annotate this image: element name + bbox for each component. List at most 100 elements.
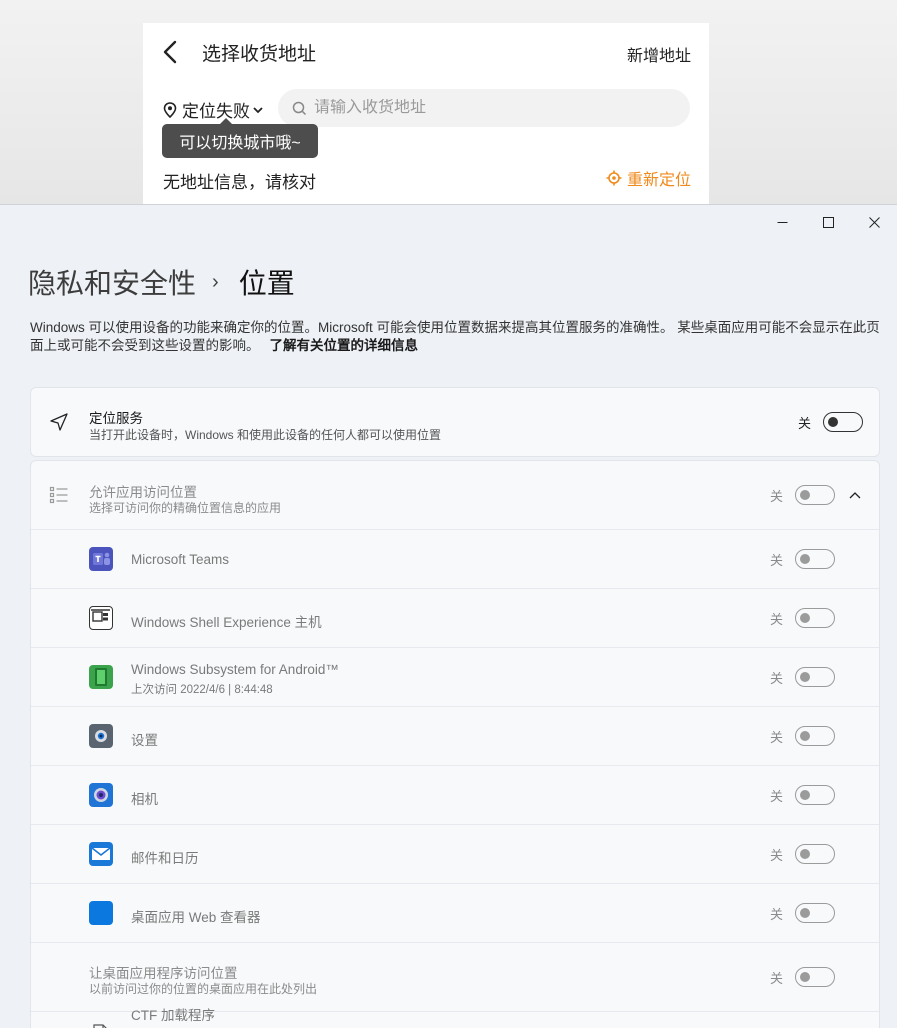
toggle-switch[interactable] [795, 608, 835, 628]
breadcrumb-privacy-security[interactable]: 隐私和安全性 [28, 262, 196, 302]
address-picker-panel: 选择收货地址 新增地址 定位失败 可以切换城市哦~ 无地址信息，请核对 重新定位 [143, 23, 709, 205]
app-name: Windows Shell Experience 主机 [131, 615, 322, 630]
app-last-access: 上次访问 2022/4/6 | 8:44:48 [131, 684, 273, 696]
close-button[interactable] [851, 205, 897, 239]
new-address-button[interactable]: 新增地址 [627, 42, 691, 66]
app-access-toggle[interactable]: 关 [770, 485, 835, 505]
no-address-message: 无地址信息，请核对 [163, 173, 316, 192]
desktop-app-row-ctf: CTF 加载程序 [31, 1008, 879, 1028]
back-arrow-icon [163, 40, 177, 64]
toggle-switch[interactable] [795, 903, 835, 923]
app-state: 关 [769, 788, 783, 804]
address-search-input[interactable] [314, 99, 674, 117]
app-row-web-viewer: 桌面应用 Web 查看器 关 [31, 884, 879, 943]
desktop-app-name: CTF 加载程序 [131, 1008, 215, 1023]
app-toggle[interactable]: 关 [770, 844, 835, 864]
city-selector[interactable]: 定位失败 [163, 97, 268, 122]
app-row-mail-calendar: 邮件和日历 关 [31, 825, 879, 884]
location-service-toggle[interactable]: 关 [798, 412, 863, 432]
location-service-state: 关 [797, 415, 811, 431]
location-service-card: 定位服务 当打开此设备时，Windows 和使用此设备的任何人都可以使用位置 关 [30, 387, 880, 457]
android-subsystem-icon [89, 665, 113, 689]
app-toggle[interactable]: 关 [770, 785, 835, 805]
page-title: 选择收货地址 [202, 44, 317, 65]
relocate-label: 重新定位 [626, 172, 691, 189]
file-icon [92, 1024, 110, 1028]
toggle-switch[interactable] [795, 844, 835, 864]
back-button[interactable] [159, 37, 181, 67]
location-service-row: 定位服务 当打开此设备时，Windows 和使用此设备的任何人都可以使用位置 关 [31, 388, 879, 456]
app-state: 关 [769, 552, 783, 568]
app-row-settings: 设置 关 [31, 707, 879, 766]
app-toggle[interactable]: 关 [770, 726, 835, 746]
app-name: Windows Subsystem for Android™ [131, 662, 339, 677]
minimize-button[interactable] [759, 205, 805, 239]
app-row-teams: Microsoft Teams 关 [31, 530, 879, 589]
teams-icon [89, 547, 113, 571]
toggle-switch[interactable] [795, 667, 835, 687]
toggle-switch[interactable] [795, 967, 835, 987]
app-name: 设置 [131, 733, 158, 748]
learn-more-link[interactable]: 了解有关位置的详细信息 [270, 338, 419, 353]
location-status: 定位失败 [182, 102, 250, 121]
search-icon [292, 101, 307, 115]
window-title-bar [759, 205, 897, 239]
app-row-shell-experience: Windows Shell Experience 主机 关 [31, 589, 879, 648]
app-toggle[interactable]: 关 [770, 903, 835, 923]
app-toggle[interactable]: 关 [770, 608, 835, 628]
toggle-switch[interactable] [795, 549, 835, 569]
breadcrumb-location: 位置 [238, 268, 295, 299]
toggle-switch[interactable] [823, 412, 863, 432]
maximize-icon [822, 216, 834, 228]
app-access-card: 允许应用访问位置 选择可访问你的精确位置信息的应用 关 Microsoft Te… [30, 460, 880, 1028]
crosshair-icon [606, 170, 622, 186]
app-name: 桌面应用 Web 查看器 [131, 910, 261, 925]
app-state: 关 [769, 670, 783, 686]
desktop-access-state: 关 [769, 970, 783, 986]
desktop-access-row: 让桌面应用程序访问位置 以前访问过你的位置的桌面应用在此处列出 关 [31, 943, 879, 1012]
app-access-state: 关 [769, 488, 783, 504]
toggle-switch[interactable] [795, 485, 835, 505]
mail-calendar-icon [89, 842, 113, 866]
camera-app-icon [89, 783, 113, 807]
toggle-switch[interactable] [795, 785, 835, 805]
desktop-access-subtitle: 以前访问过你的位置的桌面应用在此处列出 [89, 982, 318, 996]
settings-app-icon [89, 724, 113, 748]
location-service-title: 定位服务 [89, 411, 143, 426]
app-name: 相机 [131, 792, 158, 807]
collapse-button[interactable] [847, 487, 863, 503]
maximize-button[interactable] [805, 205, 851, 239]
app-name: Microsoft Teams [131, 552, 230, 567]
shell-experience-icon [89, 606, 113, 630]
app-state: 关 [769, 729, 783, 745]
location-service-subtitle: 当打开此设备时，Windows 和使用此设备的任何人都可以使用位置 [89, 428, 442, 442]
breadcrumb: 隐私和安全性 › 位置 [28, 262, 295, 302]
minimize-icon [777, 221, 787, 223]
desktop-access-toggle[interactable]: 关 [770, 967, 835, 987]
app-access-row: 允许应用访问位置 选择可访问你的精确位置信息的应用 关 [31, 461, 879, 530]
location-pin-icon [163, 101, 177, 118]
app-toggle[interactable]: 关 [770, 549, 835, 569]
description-text: Windows 可以使用设备的功能来确定你的位置。Microsoft 可能会使用… [30, 320, 880, 353]
app-row-android-subsystem: Windows Subsystem for Android™ 上次访问 2022… [31, 648, 879, 707]
app-state: 关 [769, 906, 783, 922]
address-search-box[interactable] [278, 89, 690, 127]
app-access-subtitle: 选择可访问你的精确位置信息的应用 [89, 501, 282, 515]
desktop-access-title: 让桌面应用程序访问位置 [89, 966, 238, 981]
app-state: 关 [769, 847, 783, 863]
navigation-arrow-icon [48, 411, 70, 433]
chevron-down-icon [253, 106, 263, 113]
breadcrumb-separator: › [212, 270, 219, 293]
switch-city-tooltip: 可以切换城市哦~ [162, 118, 318, 158]
relocate-button[interactable]: 重新定位 [606, 166, 691, 190]
settings-window: 隐私和安全性 › 位置 Windows 可以使用设备的功能来确定你的位置。Mic… [0, 204, 897, 1028]
page-description: Windows 可以使用设备的功能来确定你的位置。Microsoft 可能会使用… [30, 319, 880, 355]
app-state: 关 [769, 611, 783, 627]
close-icon [868, 216, 880, 228]
chevron-up-icon [849, 492, 861, 499]
app-row-camera: 相机 关 [31, 766, 879, 825]
toggle-switch[interactable] [795, 726, 835, 746]
app-name: 邮件和日历 [131, 851, 199, 866]
app-toggle[interactable]: 关 [770, 667, 835, 687]
app-access-title: 允许应用访问位置 [89, 485, 197, 500]
